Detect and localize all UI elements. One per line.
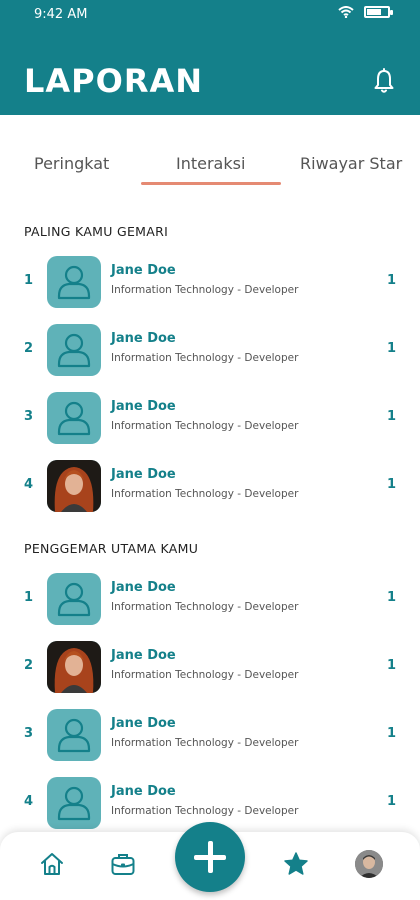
bell-icon[interactable] — [372, 68, 396, 94]
status-bar: 9:42 AM — [0, 0, 420, 30]
user-name: Jane Doe — [111, 580, 176, 595]
user-role: Information Technology - Developer — [111, 284, 299, 296]
tab-peringkat[interactable]: Peringkat — [34, 154, 109, 173]
user-role: Information Technology - Developer — [111, 488, 299, 500]
user-name: Jane Doe — [111, 331, 176, 346]
profile-avatar[interactable] — [355, 850, 383, 878]
user-role: Information Technology - Developer — [111, 669, 299, 681]
list-item[interactable]: 3 Jane Doe Information Technology - Develo… — [0, 706, 420, 764]
list-item[interactable]: 2 Jane Doe Information Technology - Develo… — [0, 321, 420, 379]
status-time: 9:42 AM — [34, 7, 88, 22]
user-icon — [47, 573, 101, 625]
user-icon — [47, 392, 101, 444]
list-item[interactable]: 1 Jane Doe Information Technology - Develo… — [0, 570, 420, 628]
rank-number: 4 — [24, 794, 34, 809]
user-role: Information Technology - Developer — [111, 352, 299, 364]
avatar — [47, 641, 101, 693]
rank-number: 4 — [24, 477, 34, 492]
user-icon — [47, 709, 101, 761]
rank-number: 3 — [24, 409, 34, 424]
list-item[interactable]: 2 Jane Doe Information Technology - Develo… — [0, 638, 420, 696]
user-icon — [47, 256, 101, 308]
list-item[interactable]: 1 Jane Doe Information Technology - Develo… — [0, 253, 420, 311]
interaction-count: 1 — [386, 794, 396, 809]
user-name: Jane Doe — [111, 648, 176, 663]
tab-interaksi[interactable]: Interaksi — [176, 154, 245, 173]
list-item[interactable]: 4 Jane Doe Information Technology - Develo… — [0, 457, 420, 515]
user-role: Information Technology - Developer — [111, 601, 299, 613]
interaction-count: 1 — [386, 273, 396, 288]
section-title-top-fans: PENGGEMAR UTAMA KAMU — [24, 541, 199, 556]
user-name: Jane Doe — [111, 784, 176, 799]
rank-number: 2 — [24, 341, 34, 356]
interaction-count: 1 — [386, 726, 396, 741]
interaction-count: 1 — [386, 658, 396, 673]
user-role: Information Technology - Developer — [111, 737, 299, 749]
user-name: Jane Doe — [111, 399, 176, 414]
user-name: Jane Doe — [111, 716, 176, 731]
user-name: Jane Doe — [111, 263, 176, 278]
list-item[interactable]: 3 Jane Doe Information Technology - Develo… — [0, 389, 420, 447]
app-header: 9:42 AM LAPORAN — [0, 0, 420, 115]
section-title-favorites: PALING KAMU GEMARI — [24, 224, 169, 239]
rank-number: 3 — [24, 726, 34, 741]
battery-icon — [364, 6, 393, 18]
rank-number: 1 — [24, 273, 34, 288]
tab-bar: Peringkat Interaksi Riwayar Star — [0, 140, 420, 190]
page-title: LAPORAN — [24, 62, 203, 100]
user-icon — [47, 777, 101, 829]
star-icon[interactable] — [282, 850, 310, 878]
rank-number: 2 — [24, 658, 34, 673]
briefcase-icon[interactable] — [109, 850, 137, 878]
user-role: Information Technology - Developer — [111, 805, 299, 817]
interaction-count: 1 — [386, 590, 396, 605]
add-button[interactable] — [175, 822, 245, 892]
active-tab-indicator — [141, 182, 281, 185]
rank-number: 1 — [24, 590, 34, 605]
interaction-count: 1 — [386, 409, 396, 424]
status-icons — [338, 6, 393, 18]
tab-riwayat-star[interactable]: Riwayar Star — [300, 154, 402, 173]
user-role: Information Technology - Developer — [111, 420, 299, 432]
user-name: Jane Doe — [111, 467, 176, 482]
avatar — [47, 460, 101, 512]
user-icon — [47, 324, 101, 376]
home-icon[interactable] — [38, 850, 66, 878]
interaction-count: 1 — [386, 477, 396, 492]
interaction-count: 1 — [386, 341, 396, 356]
wifi-icon — [338, 6, 354, 18]
